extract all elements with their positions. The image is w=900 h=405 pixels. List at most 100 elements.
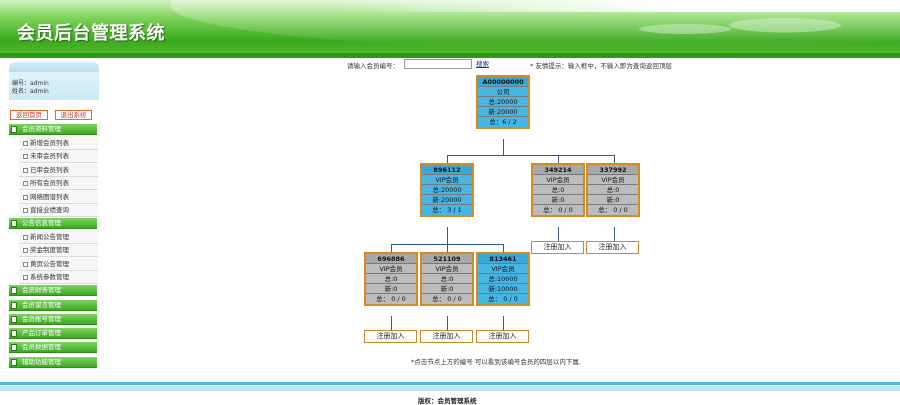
member-node-code[interactable]: 337992	[588, 165, 638, 175]
sidebar-item-label: 新增会员列表	[30, 139, 69, 147]
tree-connector-line	[503, 244, 504, 252]
sidebar-item-label: 网络图谱列表	[30, 192, 69, 201]
user-info-panel: 编号：admin 姓名：admin	[9, 62, 99, 100]
sidebar-item[interactable]: 所有会员列表	[19, 177, 98, 191]
register-join-button[interactable]: 注册加入	[531, 241, 584, 254]
member-node-field: 新:0	[366, 284, 416, 294]
member-node-code[interactable]: 696886	[366, 254, 416, 264]
member-node-field: 新:20000	[422, 195, 472, 205]
sidebar-item-label: 系统参数管理	[30, 273, 69, 282]
sidebar-item[interactable]: 黄页公告管理	[19, 257, 98, 271]
logout-button[interactable]: 退出系统	[55, 110, 92, 120]
search-label: 请输入会员编号：	[347, 62, 399, 70]
member-node-field: 总:0	[533, 185, 583, 195]
register-join-button[interactable]: 注册加入	[476, 330, 529, 343]
section-square-icon	[11, 330, 17, 337]
tree-connector-line	[447, 155, 615, 156]
sidebar-item-label: 黄页公告管理	[30, 259, 69, 268]
footer-bar	[0, 382, 900, 385]
tree-connector-line	[558, 227, 559, 241]
member-node-field: 总:10000	[478, 274, 528, 284]
member-node-field: 总:0	[588, 185, 638, 195]
sidebar-section-label: 会员数据管理	[22, 343, 61, 351]
sidebar-section-label: 会员帐号管理	[22, 315, 61, 323]
section-square-icon	[11, 359, 17, 366]
sidebar-section-5[interactable]: 产品订单管理	[9, 328, 97, 339]
tree-connector-line	[558, 155, 559, 163]
sidebar-section-6[interactable]: 会员数据管理	[9, 342, 97, 353]
member-id-search-input[interactable]	[404, 59, 472, 69]
member-node[interactable]: 337992 VIP会员 总:0 新:0 总： 0 / 0	[586, 163, 640, 217]
tree-connector-line	[503, 316, 504, 330]
tree-connector-line	[391, 244, 392, 252]
member-node-field: VIP会员	[422, 264, 472, 274]
member-node[interactable]: 349214 VIP会员 总:0 新:0 总： 0 / 0	[531, 163, 585, 217]
sidebar-item[interactable]: 直接业绩查询	[19, 204, 98, 217]
home-button[interactable]: 返回首页	[10, 110, 48, 120]
register-join-button[interactable]: 注册加入	[364, 330, 417, 343]
member-node-field: VIP会员	[533, 175, 583, 185]
bullet-icon	[23, 235, 28, 240]
sidebar-section-label: 产品订单管理	[22, 329, 61, 337]
page: 会员后台管理系统 编号：admin 姓名：admin 返回首页 退出系统 会员资…	[0, 0, 900, 405]
sidebar-item[interactable]: 未审会员列表	[19, 150, 98, 164]
search-button[interactable]: 搜索	[476, 59, 489, 69]
member-node-field: VIP会员	[366, 264, 416, 274]
section-square-icon	[11, 220, 17, 227]
sidebar-item[interactable]: 新增会员列表	[19, 137, 98, 150]
sidebar-section-label: 会员财务管理	[22, 286, 61, 294]
sidebar-item[interactable]: 已审会员列表	[19, 163, 98, 177]
header-banner: 会员后台管理系统	[0, 0, 900, 58]
section-square-icon	[11, 287, 17, 294]
register-join-button[interactable]: 注册加入	[420, 330, 473, 343]
sidebar-section-label: 会员资料管理	[22, 125, 61, 133]
sidebar-item-label: 直接业绩查询	[30, 206, 69, 214]
member-node-code[interactable]: 349214	[533, 165, 583, 175]
member-node[interactable]: 813461 VIP会员 总:10000 新:10000 总： 0 / 0	[476, 252, 530, 306]
register-join-button[interactable]: 注册加入	[586, 241, 639, 254]
bullet-icon	[23, 181, 28, 187]
tree-connector-line	[614, 227, 615, 241]
member-node-code[interactable]: 813461	[478, 254, 528, 264]
member-node-field: 公司	[478, 87, 528, 97]
world-map-decoration	[610, 10, 860, 48]
member-node-field: 新:0	[422, 284, 472, 294]
member-node-field: 总:20000	[422, 185, 472, 195]
section-square-icon	[11, 302, 17, 309]
bullet-icon	[23, 194, 28, 200]
app-title: 会员后台管理系统	[17, 23, 165, 44]
sidebar-item[interactable]: 奖金制度管理	[19, 244, 98, 258]
bullet-icon	[23, 154, 28, 160]
sidebar-section-3[interactable]: 会员留言管理	[9, 300, 97, 311]
sidebar-item[interactable]: 网络图谱列表	[19, 190, 98, 204]
member-node-field: 总： 0 / 0	[478, 294, 528, 304]
user-name: 姓名：admin	[12, 88, 49, 95]
member-node-code[interactable]: 521109	[422, 254, 472, 264]
member-node-code[interactable]: A00000000	[478, 77, 528, 87]
member-node[interactable]: 521109 VIP会员 总:0 新:0 总： 0 / 0	[420, 252, 474, 306]
tree-connector-line	[447, 155, 448, 163]
sidebar-section-4[interactable]: 会员帐号管理	[9, 314, 97, 325]
sidebar-item-label: 未审会员列表	[30, 152, 69, 161]
member-node-code[interactable]: 896112	[422, 165, 472, 175]
member-node[interactable]: 696886 VIP会员 总:0 新:0 总： 0 / 0	[364, 252, 418, 306]
member-node-field: 新:20000	[478, 107, 528, 117]
sidebar-section-7[interactable]: 辅助功能管理	[9, 357, 97, 368]
sidebar-section-1[interactable]: 公告信息管理	[9, 218, 97, 229]
member-node-field: 总： 0 / 0	[422, 294, 472, 304]
tree-connector-line	[447, 227, 448, 244]
member-node[interactable]: 896112 VIP会员 总:20000 新:20000 总： 3 / 1	[420, 163, 474, 217]
sidebar-item[interactable]: 系统参数管理	[19, 271, 98, 285]
sidebar-item-label: 奖金制度管理	[30, 246, 69, 255]
sidebar-section-label: 公告信息管理	[22, 219, 61, 227]
sidebar-item[interactable]: 新闻公告管理	[19, 231, 98, 244]
member-node[interactable]: A00000000 公司 总:20000 新:20000 总：6 / 2	[476, 75, 530, 129]
bullet-icon	[23, 248, 28, 254]
sidebar-section-0[interactable]: 会员资料管理	[9, 124, 97, 135]
section-square-icon	[11, 316, 17, 323]
member-node-field: VIP会员	[422, 175, 472, 185]
sidebar-section-2[interactable]: 会员财务管理	[9, 285, 97, 296]
tree-connector-line	[614, 155, 615, 163]
section-square-icon	[11, 344, 17, 351]
member-node-field: 新:0	[588, 195, 638, 205]
